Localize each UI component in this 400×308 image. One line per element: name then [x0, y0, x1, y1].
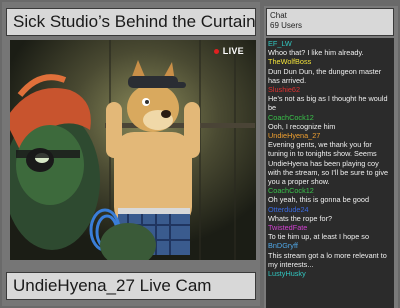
chat-message-text: Oh yeah, this is gonna be good	[268, 195, 370, 205]
chat-message-text: He’s not as big as I thought he would be	[268, 94, 388, 113]
chat-message: CoachCock12 Oh yeah, this is gonna be goo…	[268, 186, 392, 204]
chat-username[interactable]: TwistedFate	[268, 223, 392, 232]
chat-message: CoachCock12 Ooh, I recognize him	[268, 113, 392, 131]
chat-username[interactable]: LustyHusky	[268, 269, 392, 278]
video-player[interactable]: LIVE	[10, 40, 256, 260]
chat-message: EF_LW Whoo that? I like him already.	[268, 39, 392, 57]
live-indicator: LIVE	[213, 46, 244, 56]
chat-message: TheWolfBoss Dun Dun Dun, the dungeon mast…	[268, 57, 392, 85]
video-frame	[10, 40, 256, 260]
chat-message-text: Ooh, I recognize him	[268, 121, 336, 131]
chat-message: Otterdude24 Whats the rope for?	[268, 205, 392, 223]
chat-username[interactable]: TheWolfBoss	[268, 57, 392, 66]
chat-username[interactable]: BnDGryff	[268, 241, 392, 250]
chat-message-text: Evening gents, we thank you for tuning i…	[268, 140, 389, 187]
chat-username[interactable]: CoachCock12	[268, 113, 392, 122]
chat-username[interactable]: CoachCock12	[268, 186, 392, 195]
chat-message-text: To tie him up, at least I hope so	[268, 232, 369, 242]
chat-username[interactable]: Otterdude24	[268, 205, 392, 214]
chat-message: LustyHusky	[268, 269, 392, 278]
chat-message-text: Whoo that? I like him already.	[268, 48, 364, 58]
chat-message-text: This stream got a lo more relevant to my…	[268, 250, 387, 269]
chat-header: Chat 69 Users	[266, 8, 394, 36]
chat-messages[interactable]: EF_LW Whoo that? I like him already. TheWo…	[266, 38, 394, 308]
chat-message: UndieHyena_27 Evening gents, we thank you…	[268, 131, 392, 186]
stream-panel: Sick Studio’s Behind the Curtains LIVE U…	[2, 2, 260, 306]
chat-message: Slushie62 He’s not as big as I thought he…	[268, 85, 392, 113]
stream-title: Sick Studio’s Behind the Curtains	[6, 8, 256, 36]
chat-username[interactable]: Slushie62	[268, 85, 392, 94]
live-dot-icon	[213, 49, 219, 55]
chat-message-text: Dun Dun Dun, the dungeon master has arri…	[268, 66, 382, 85]
chat-username[interactable]: UndieHyena_27	[268, 131, 392, 140]
cam-name: UndieHyena_27 Live Cam	[6, 272, 256, 300]
chat-message-text: Whats the rope for?	[268, 213, 333, 223]
chat-panel: Chat 69 Users EF_LW Whoo that? I like him…	[264, 6, 398, 308]
live-label: LIVE	[222, 46, 244, 56]
chat-user-count: 69 Users	[270, 21, 303, 30]
chat-message: BnDGryff This stream got a lo more releva…	[268, 241, 392, 269]
chat-username[interactable]: EF_LW	[268, 39, 392, 48]
chat-title: Chat	[270, 11, 287, 20]
chat-message: TwistedFate To tie him up, at least I hop…	[268, 223, 392, 241]
